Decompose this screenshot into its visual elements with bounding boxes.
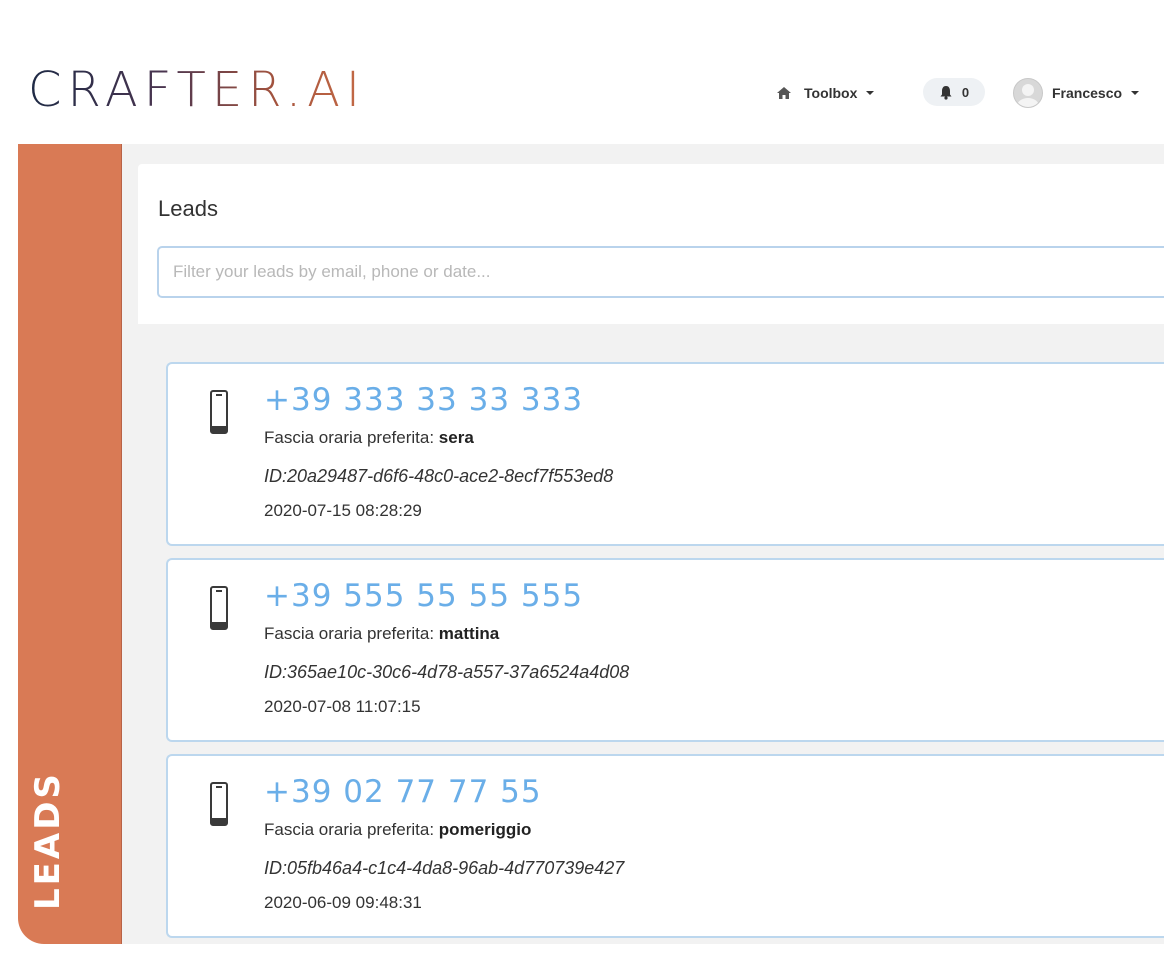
toolbox-label: Toolbox — [804, 85, 858, 101]
lead-card[interactable]: +39 02 77 77 55 Fascia oraria preferita:… — [166, 754, 1164, 938]
preferred-time-value: mattina — [438, 624, 500, 643]
preferred-time-label: Fascia oraria preferita: — [264, 820, 439, 839]
preferred-time: Fascia oraria preferita: pomeriggio — [264, 820, 531, 840]
preferred-time: Fascia oraria preferita: sera — [264, 428, 474, 448]
user-name: Francesco — [1052, 85, 1123, 101]
sidebar-section-label: LEADS — [28, 771, 68, 910]
notifications-count: 0 — [961, 84, 970, 100]
main-content: Leads +39 333 33 33 333 Fascia oraria pr… — [122, 144, 1164, 944]
chevron-down-icon — [866, 91, 875, 95]
preferred-time: Fascia oraria preferita: mattina — [264, 624, 499, 644]
page-title: Leads — [158, 196, 218, 221]
mobile-phone-icon — [210, 390, 228, 434]
lead-phone-link[interactable]: +39 02 77 77 55 — [264, 774, 542, 810]
lead-id: ID:20a29487-d6f6-48c0-ace2-8ecf7f553ed8 — [264, 466, 614, 486]
home-icon — [776, 86, 792, 100]
chevron-down-icon — [1131, 91, 1140, 95]
mobile-phone-icon — [210, 586, 228, 630]
notifications-button[interactable]: 0 — [923, 78, 985, 106]
bell-icon — [939, 85, 953, 100]
top-navbar: CRAFTER.AI Toolbox 0 Francesco — [18, 40, 1164, 145]
app-frame: CRAFTER.AI Toolbox 0 Francesco LEADS Lea… — [18, 40, 1164, 944]
leads-header-panel: Leads — [138, 164, 1164, 324]
preferred-time-value: pomeriggio — [438, 820, 532, 839]
lead-date: 2020-07-08 11:07:15 — [264, 697, 421, 716]
lead-card[interactable]: +39 555 55 55 555 Fascia oraria preferit… — [166, 558, 1164, 742]
lead-filter-input[interactable] — [157, 246, 1164, 298]
lead-phone-link[interactable]: +39 555 55 55 555 — [264, 578, 583, 614]
preferred-time-label: Fascia oraria preferita: — [264, 624, 439, 643]
lead-date: 2020-07-15 08:28:29 — [264, 501, 422, 520]
lead-card[interactable]: +39 333 33 33 333 Fascia oraria preferit… — [166, 362, 1164, 546]
lead-id: ID:05fb46a4-c1c4-4da8-96ab-4d770739e427 — [264, 858, 625, 878]
lead-date: 2020-06-09 09:48:31 — [264, 893, 422, 912]
user-menu[interactable]: Francesco — [1013, 78, 1140, 108]
mobile-phone-icon — [210, 782, 228, 826]
lead-phone-link[interactable]: +39 333 33 33 333 — [264, 382, 583, 418]
crafter-ai-logo[interactable]: CRAFTER.AI — [28, 64, 366, 116]
preferred-time-value: sera — [438, 428, 474, 447]
lead-id: ID:365ae10c-30c6-4d78-a557-37a6524a4d08 — [264, 662, 630, 682]
sidebar: LEADS — [18, 144, 122, 944]
preferred-time-label: Fascia oraria preferita: — [264, 428, 439, 447]
toolbox-menu[interactable]: Toolbox — [776, 78, 875, 108]
avatar — [1013, 78, 1043, 108]
